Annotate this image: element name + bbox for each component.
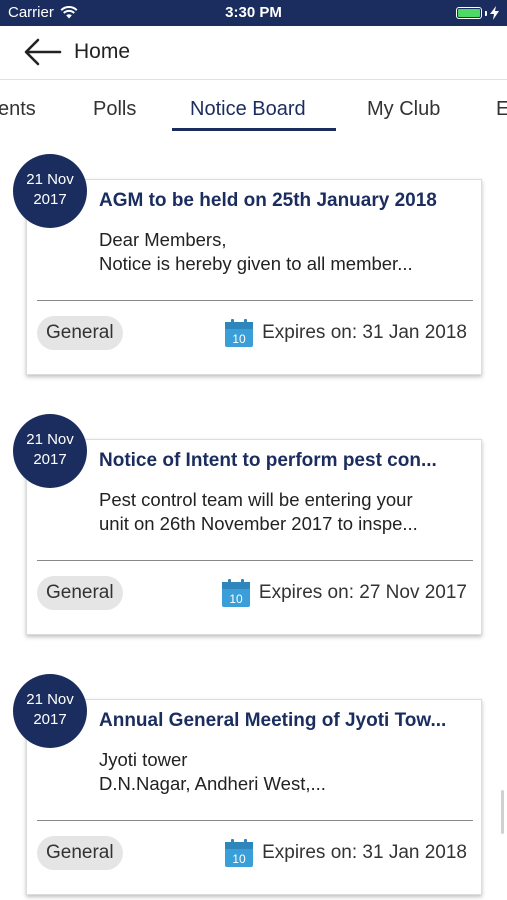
- tab-polls[interactable]: Polls: [93, 98, 136, 121]
- category-tag: General: [37, 576, 123, 610]
- back-title: Home: [74, 40, 131, 63]
- calendar-day: 10: [232, 332, 246, 346]
- card-divider: [37, 560, 473, 561]
- notice-title: Notice of Intent to perform pest con...: [99, 450, 437, 471]
- battery-icon: [456, 6, 499, 20]
- expiry-text: Expires on: 31 Jan 2018: [262, 322, 467, 343]
- date-badge-year: 2017: [33, 191, 67, 208]
- calendar-day: 10: [232, 852, 246, 866]
- notice-title: Annual General Meeting of Jyoti Tow...: [99, 710, 447, 731]
- notice-body: Jyoti tower D.N.Nagar, Andheri West,...: [99, 748, 473, 796]
- date-badge-day: 21 Nov: [26, 171, 74, 188]
- date-badge-year: 2017: [33, 451, 67, 468]
- tab-my-club[interactable]: My Club: [367, 98, 440, 121]
- date-badge-year: 2017: [33, 711, 67, 728]
- expiry-text: Expires on: 27 Nov 2017: [258, 582, 467, 603]
- calendar-day: 10: [229, 592, 243, 606]
- notice-body-line: Dear Members,: [99, 229, 227, 250]
- date-badge: 21 Nov 2017: [13, 674, 87, 748]
- category-tag: General: [37, 316, 123, 350]
- date-badge: 21 Nov 2017: [13, 154, 87, 228]
- tab-notice-board[interactable]: Notice Board: [190, 98, 306, 121]
- notice-title: AGM to be held on 25th January 2018: [99, 190, 437, 211]
- calendar-icon: 10: [225, 839, 254, 867]
- date-badge-day: 21 Nov: [26, 691, 74, 708]
- expiry-text: Expires on: 31 Jan 2018: [262, 842, 467, 863]
- notice-body-line: Pest control team will be entering your: [99, 489, 413, 510]
- charging-bolt-icon: [490, 6, 499, 20]
- notice-card[interactable]: Notice of Intent to perform pest con... …: [26, 439, 482, 635]
- tab-events[interactable]: ents: [0, 98, 36, 121]
- tab-e[interactable]: E: [496, 98, 507, 121]
- date-badge: 21 Nov 2017: [13, 414, 87, 488]
- notice-body-line: unit on 26th November 2017 to inspe...: [99, 513, 418, 534]
- expiry-info: 10 Expires on: 31 Jan 2018: [224, 316, 467, 350]
- expiry-info: 10 Expires on: 27 Nov 2017: [221, 576, 467, 610]
- notice-body: Dear Members, Notice is hereby given to …: [99, 228, 473, 276]
- notice-card[interactable]: AGM to be held on 25th January 2018 Dear…: [26, 179, 482, 375]
- scroll-indicator[interactable]: [501, 790, 504, 834]
- card-divider: [37, 300, 473, 301]
- notice-body-line: Jyoti tower: [99, 749, 188, 770]
- date-badge-day: 21 Nov: [26, 431, 74, 448]
- expiry-info: 10 Expires on: 31 Jan 2018: [224, 836, 467, 870]
- back-button[interactable]: Home: [24, 38, 130, 66]
- tab-selected-indicator: [172, 128, 336, 131]
- category-tag: General: [37, 836, 123, 870]
- card-divider: [37, 820, 473, 821]
- navigation-header: Home: [0, 26, 507, 80]
- notice-body-line: D.N.Nagar, Andheri West,...: [99, 773, 326, 794]
- status-bar: Carrier 3:30 PM: [0, 0, 507, 26]
- notice-body-line: Notice is hereby given to all member...: [99, 253, 413, 274]
- calendar-icon: 10: [221, 579, 250, 607]
- notice-body: Pest control team will be entering your …: [99, 488, 473, 536]
- calendar-icon: 10: [225, 319, 254, 347]
- status-time: 3:30 PM: [225, 4, 282, 21]
- arrow-left-icon: [24, 38, 62, 66]
- notice-card[interactable]: Annual General Meeting of Jyoti Tow... J…: [26, 699, 482, 895]
